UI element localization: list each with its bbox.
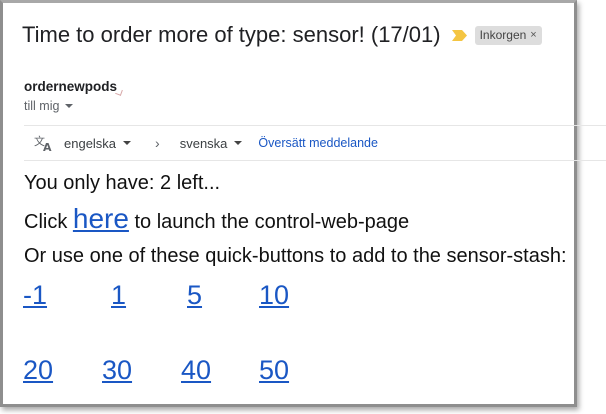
chevron-down-icon	[65, 104, 74, 108]
stock-notice: You only have: 2 left...	[24, 172, 221, 194]
chevron-right-icon: ›	[155, 135, 160, 151]
translate-message-link[interactable]: Översätt meddelande	[258, 136, 378, 150]
translate-bar: 文 A engelska › svenska Översätt meddelan…	[24, 125, 606, 161]
quick-button-10[interactable]: 10	[259, 280, 289, 311]
email-window: Time to order more of type: sensor! (17/…	[0, 0, 606, 407]
click-prefix: Click	[24, 211, 73, 233]
quick-button-50[interactable]: 50	[259, 355, 289, 386]
inbox-label-text: Inkorgen	[479, 27, 527, 42]
quick-button-20[interactable]: 20	[23, 355, 53, 386]
quick-button-40[interactable]: 40	[181, 355, 211, 386]
quick-button-5[interactable]: 5	[187, 280, 202, 311]
remove-label-icon[interactable]: ×	[530, 28, 536, 43]
sender-decoration	[115, 88, 123, 96]
control-page-line: Click here to launch the control-web-pag…	[24, 203, 409, 235]
source-language-label: engelska	[64, 135, 117, 151]
quick-buttons-intro: Or use one of these quick-buttons to add…	[24, 245, 567, 267]
recipient-dropdown[interactable]: till mig	[24, 99, 74, 113]
subject-row: Time to order more of type: sensor! (17/…	[22, 20, 542, 50]
recipient-label: till mig	[24, 99, 60, 113]
quick-button-minus-1[interactable]: -1	[23, 280, 47, 311]
here-link[interactable]: here	[73, 203, 129, 234]
quick-button-30[interactable]: 30	[102, 355, 132, 386]
chevron-down-icon	[123, 141, 132, 145]
source-language-select[interactable]: engelska	[64, 135, 132, 151]
target-language-label: svenska	[179, 135, 228, 151]
target-language-select[interactable]: svenska	[180, 136, 243, 151]
click-suffix: to launch the control-web-page	[128, 211, 410, 233]
quick-button-1[interactable]: 1	[111, 280, 126, 311]
translate-icon: 文 A	[34, 133, 54, 153]
email-subject: Time to order more of type: sensor! (17/…	[22, 22, 441, 47]
chevron-down-icon	[234, 141, 243, 145]
inbox-label-chip: Inkorgen ×	[474, 25, 542, 45]
importance-marker-icon[interactable]	[451, 29, 467, 41]
sender-name: ordernewpods	[24, 79, 118, 94]
svg-text:A: A	[43, 141, 52, 152]
